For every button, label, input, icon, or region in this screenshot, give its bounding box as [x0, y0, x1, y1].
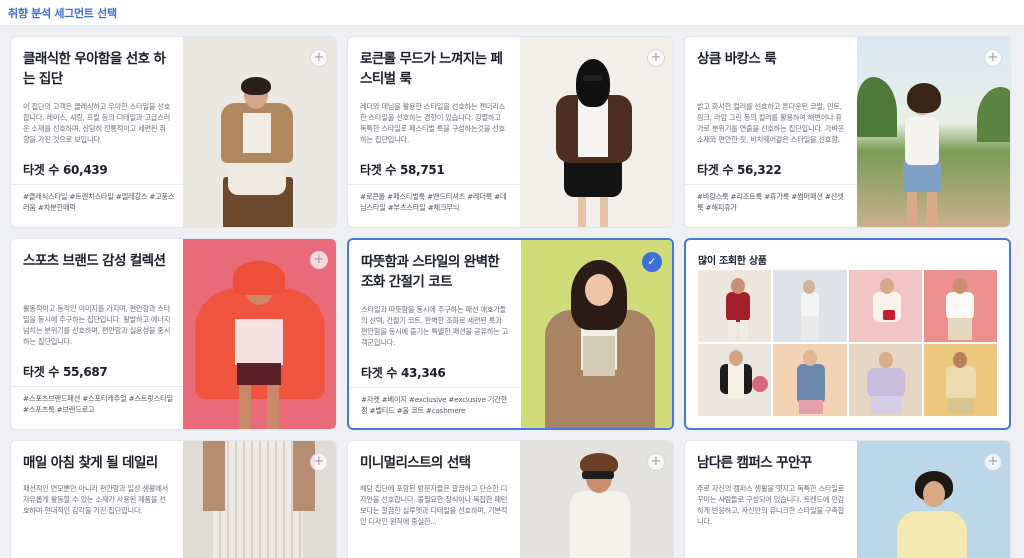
add-segment-button[interactable]: + [984, 453, 1002, 471]
target-count: 타겟 수 56,322 [697, 163, 782, 177]
hashtags: #스포츠브랜드패션 #스포티캐주얼 #스트릿스타일 #스포츠룩 #브랜드로고 [23, 394, 173, 414]
segment-card-classic[interactable]: 클래식한 우아함을 선호 하는 집단 이 집단의 고객은 클래식하고 우아한 스… [10, 36, 337, 228]
product-thumbnail[interactable] [698, 344, 772, 416]
segment-card-daily[interactable]: 매일 아침 찾게 될 데일리 패션적인 면모뿐만 아니라 편안함과 일상 생활에… [10, 440, 337, 558]
card-title: 로큰롤 무드가 느껴지는 페스티벌 룩 [360, 51, 503, 87]
divider [349, 387, 521, 388]
card-description: 스타일과 따뜻함을 동시에 추구하는 패션 애호가들의 선택, 간절기 코트. … [361, 305, 509, 347]
product-thumbnail[interactable] [848, 344, 922, 416]
hashtags: #클래식스타일 #트렌치스타일 #엘레강스 #고풍스러움 #차분한매력 [23, 192, 175, 212]
product-thumbnail[interactable] [923, 270, 997, 342]
target-count: 타겟 수 60,439 [23, 163, 108, 177]
hashtags: #바캉스룩 #리조트룩 #휴가룩 #썸머패션 #선셋룩 #해피휴가 [697, 192, 844, 212]
page-title: 취향 분석 세그먼트 선택 [8, 7, 117, 20]
card-title: 클래식한 우아함을 선호 하는 집단 [23, 51, 166, 87]
segment-card-vacance[interactable]: 상큼 바캉스 룩 밝고 화사한 컬러를 선호하고 톤다운된 코랄, 민트, 핑크… [684, 36, 1011, 228]
card-title: 상큼 바캉스 룩 [697, 51, 777, 67]
card-description: 활동적이고 동적인 이미지를 가지며, 편안함과 스타일을 동시에 추구하는 집… [23, 304, 171, 346]
popular-products-title: 많이 조회한 상품 [698, 256, 767, 267]
divider [348, 184, 520, 185]
hashtags: #자켓 #베이지 #exclusive #exclusive 기간한정 #벨티드… [361, 395, 508, 415]
add-segment-button[interactable]: + [310, 453, 328, 471]
segment-card-campus[interactable]: 남다른 캠퍼스 꾸안꾸 주로 자신의 캠퍼스 생활을 멋지고 독특한 스타일로 … [684, 440, 1011, 558]
divider [685, 184, 857, 185]
add-segment-button[interactable]: + [647, 49, 665, 67]
product-thumbnail[interactable] [923, 344, 997, 416]
product-thumbnail[interactable] [848, 270, 922, 342]
add-segment-button[interactable]: + [647, 453, 665, 471]
card-description: 레더와 데님을 활용한 스타일을 선호하는 젠더리스한 스타일을 선호하는 경향… [360, 102, 506, 144]
target-count: 타겟 수 55,687 [23, 365, 108, 379]
popular-products-panel: 많이 조회한 상품 [684, 238, 1011, 430]
product-thumbnail[interactable] [773, 270, 847, 342]
target-count: 타겟 수 58,751 [360, 163, 445, 177]
add-segment-button[interactable]: + [310, 251, 328, 269]
product-thumbnail[interactable] [698, 270, 772, 342]
selected-check-icon[interactable]: ✓ [642, 252, 662, 272]
product-thumbnail[interactable] [773, 344, 847, 416]
card-description: 밝고 화사한 컬러를 선호하고 톤다운된 코랄, 민트, 핑크, 라임 그린 등… [697, 102, 845, 144]
card-description: 주로 자신의 캠퍼스 생활을 멋지고 독특한 스타일로 꾸미는 사람들로 구성되… [697, 484, 845, 526]
product-thumbnail-grid [698, 270, 997, 416]
segment-card-minimalist[interactable]: 미니멀리스트의 선택 해당 집단에 포함된 방문자들은 깔끔하고 단순한 디자인… [347, 440, 674, 558]
segment-card-rocknroll[interactable]: 로큰롤 무드가 느껴지는 페스티벌 룩 레더와 데님을 활용한 스타일을 선호하… [347, 36, 674, 228]
add-segment-button[interactable]: + [984, 49, 1002, 67]
target-count: 타겟 수 43,346 [361, 366, 446, 380]
divider [11, 184, 183, 185]
divider [11, 386, 183, 387]
card-title: 따뜻함과 스타일의 완벽한 조화 간절기 코트 [361, 254, 500, 290]
card-description: 이 집단의 고객은 클래식하고 우아한 스타일을 선호합니다. 레이스, 셔링,… [23, 102, 171, 144]
segment-card-sports[interactable]: 스포츠 브랜드 감성 컬렉션 활동적이고 동적인 이미지를 가지며, 편안함과 … [10, 238, 337, 430]
card-description: 패션적인 면모뿐만 아니라 편안함과 일상 생활에서 자유롭게 활동할 수 있는… [23, 484, 169, 515]
card-description: 해당 집단에 포함된 방문자들은 깔끔하고 단순한 디자인을 선호합니다. 불필… [360, 484, 508, 526]
top-bar: 취향 분석 세그먼트 선택 [0, 0, 1024, 26]
hashtags: #로큰롤 #페스티벌룩 #밴드티셔츠 #레더룩 #데님스타일 #부츠스타일 #체… [360, 192, 507, 212]
card-title: 스포츠 브랜드 감성 컬렉션 [23, 253, 166, 269]
add-segment-button[interactable]: + [310, 49, 328, 67]
segment-card-coat[interactable]: 따뜻함과 스타일의 완벽한 조화 간절기 코트 스타일과 따뜻함을 동시에 추구… [347, 238, 674, 430]
